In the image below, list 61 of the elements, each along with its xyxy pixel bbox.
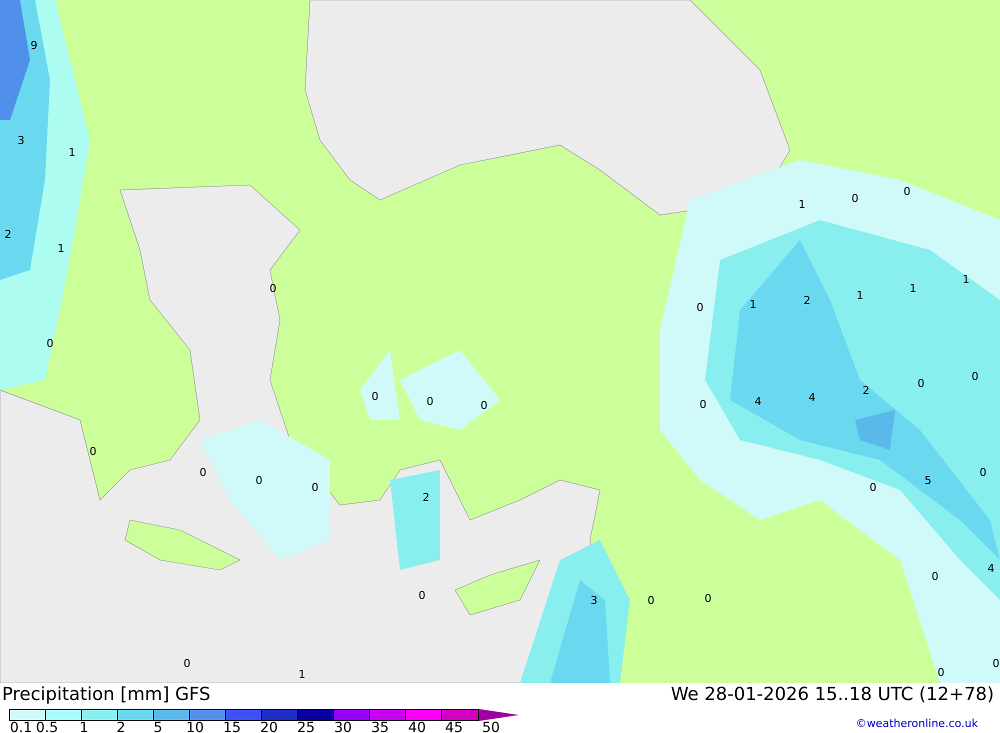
precipitation-value-label: 0 [480, 399, 488, 412]
precipitation-value-label: 0 [904, 185, 910, 198]
legend-tick-label: 5 [154, 721, 162, 733]
precipitation-value-label: 4 [988, 562, 994, 575]
precipitation-value-label: 1 [856, 289, 864, 302]
precipitation-value-label: 4 [808, 391, 816, 404]
legend-tick-label: 20 [260, 721, 278, 733]
precipitation-value-label: 2 [862, 384, 870, 397]
legend-tick-label: 0.5 [36, 721, 58, 733]
precipitation-value-label: 1 [910, 282, 916, 295]
precipitation-value-label: 0 [918, 377, 924, 390]
precipitation-value-label: 0 [972, 370, 978, 383]
precipitation-value-label: 2 [422, 491, 430, 504]
precipitation-value-label: 0 [938, 666, 944, 679]
legend-tick-label: 40 [408, 721, 426, 733]
credit-text: ©weatheronline.co.uk [856, 717, 978, 731]
precipitation-value-label: 5 [924, 474, 932, 487]
precipitation-value-label: 0 [90, 445, 96, 458]
legend-tick-label: 10 [186, 721, 204, 733]
precipitation-value-label: 3 [18, 134, 24, 147]
precipitation-value-label: 0 [696, 301, 704, 314]
precipitation-value-label: 0 [852, 192, 858, 205]
precipitation-value-label: 0 [426, 395, 434, 408]
legend-tick-label: 35 [371, 721, 389, 733]
legend-arrow-icon [479, 709, 519, 721]
precipitation-value-label: 0 [256, 474, 262, 487]
precipitation-value-label: 0 [372, 390, 378, 403]
legend-tick-label: 1 [80, 721, 88, 733]
precipitation-value-label: 3 [590, 594, 598, 607]
precipitation-value-label: 2 [804, 294, 810, 307]
precipitation-value-label: 0 [700, 398, 706, 411]
legend-tick-label: 0.1 [10, 721, 32, 733]
legend-tick-label: 45 [445, 721, 463, 733]
precipitation-value-label: 1 [58, 242, 64, 255]
precipitation-value-label: 4 [754, 395, 762, 408]
precipitation-value-label: 0 [418, 589, 426, 602]
precipitation-value-label: 0 [992, 657, 1000, 670]
precipitation-value-label: 0 [704, 592, 712, 605]
legend-tick-label: 25 [297, 721, 315, 733]
precipitation-value-label: 0 [312, 481, 318, 494]
precipitation-value-label: 0 [980, 466, 986, 479]
precipitation-value-label: 1 [68, 146, 76, 159]
legend-tick-label: 2 [116, 721, 126, 733]
precipitation-value-label: 1 [962, 273, 970, 286]
precipitation-value-label: 0 [184, 657, 190, 670]
precipitation-value-label: 1 [798, 198, 806, 211]
precipitation-value-label: 2 [4, 228, 12, 241]
valid-time-text: We 28-01-2026 15..18 UTC (12+78) [670, 683, 994, 707]
legend-tick-label: 50 [482, 721, 500, 733]
legend-tick-label: 15 [223, 721, 241, 733]
precipitation-value-label: 0 [46, 337, 54, 350]
precipitation-value-label: 0 [870, 481, 876, 494]
precipitation-value-label: 0 [648, 594, 654, 607]
precipitation-value-label: 1 [750, 298, 756, 311]
precipitation-value-label: 0 [200, 466, 206, 479]
precipitation-value-label: 0 [270, 282, 276, 295]
precipitation-value-label: 9 [30, 39, 38, 52]
precipitation-value-label: 1 [298, 668, 306, 681]
chart-title: Precipitation [mm] GFS [2, 683, 210, 707]
precipitation-value-label: 0 [932, 570, 938, 583]
legend-tick-label: 30 [334, 721, 352, 733]
